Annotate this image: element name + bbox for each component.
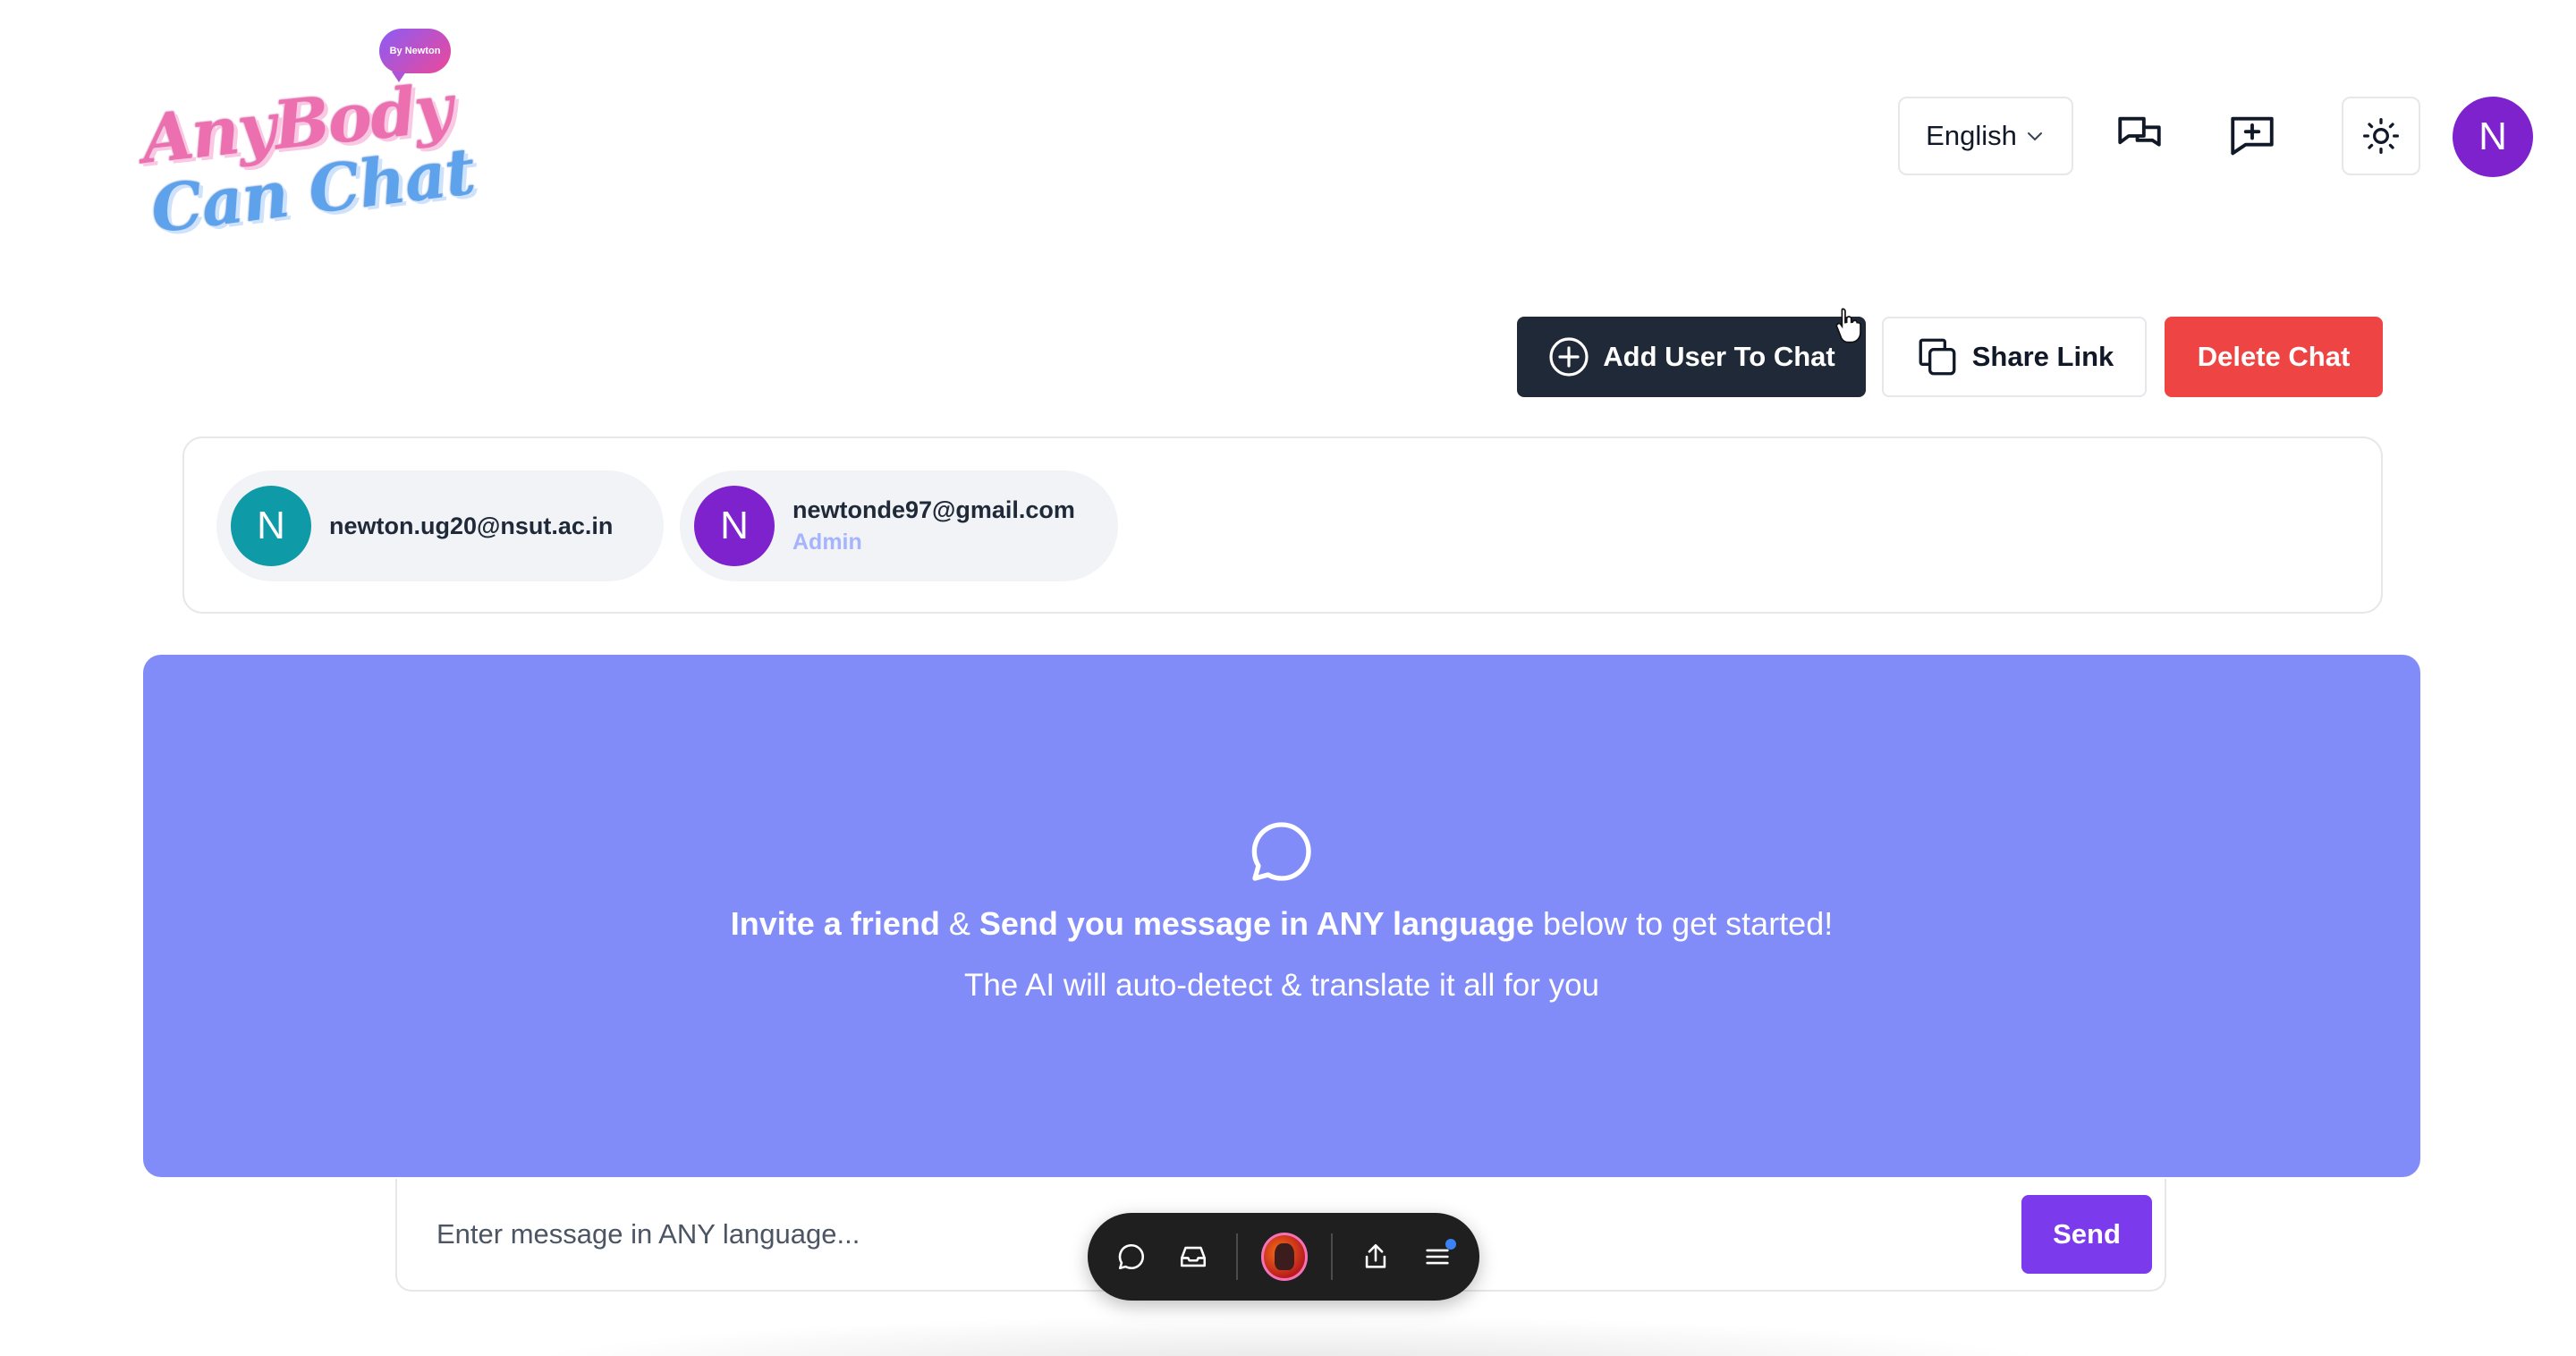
user-avatar[interactable]: N bbox=[2453, 97, 2533, 177]
send-button[interactable]: Send bbox=[2021, 1195, 2152, 1274]
plus-circle-icon bbox=[1549, 337, 1589, 377]
dock-chat-icon[interactable] bbox=[1113, 1237, 1151, 1276]
member-email: newtonde97@gmail.com bbox=[792, 496, 1075, 523]
member-role-badge: Admin bbox=[792, 530, 862, 555]
floating-dock bbox=[1088, 1213, 1479, 1301]
new-chat-icon[interactable] bbox=[2216, 100, 2288, 172]
language-label: English bbox=[1926, 120, 2017, 151]
member-email: newton.ug20@nsut.ac.in bbox=[329, 512, 614, 539]
delete-chat-label: Delete Chat bbox=[2197, 341, 2351, 372]
sun-icon bbox=[2363, 118, 2399, 154]
add-user-to-chat-button[interactable]: Add User To Chat bbox=[1517, 317, 1866, 397]
share-link-label: Share Link bbox=[1971, 341, 2114, 372]
dock-profile-avatar[interactable] bbox=[1260, 1233, 1309, 1281]
share-link-button[interactable]: Share Link bbox=[1882, 317, 2147, 397]
member-avatar: N bbox=[231, 486, 311, 566]
chats-icon[interactable] bbox=[2104, 100, 2175, 172]
member-chip[interactable]: N newton.ug20@nsut.ac.in bbox=[216, 470, 664, 581]
get-started-text: below to get started! bbox=[1534, 905, 1834, 942]
member-avatar: N bbox=[694, 486, 775, 566]
app-logo[interactable]: By Newton AnyBody Can Chat bbox=[134, 27, 479, 248]
delete-chat-button[interactable]: Delete Chat bbox=[2165, 317, 2383, 397]
dock-menu-icon[interactable] bbox=[1418, 1237, 1457, 1276]
chat-empty-state: Invite a friend & Send you message in AN… bbox=[143, 655, 2420, 1177]
notification-dot bbox=[1445, 1239, 1457, 1250]
ampersand-text: & bbox=[939, 905, 979, 942]
chat-members-card: N newton.ug20@nsut.ac.in N newtonde97@gm… bbox=[182, 436, 2383, 614]
send-message-text: Send you message in ANY language bbox=[979, 905, 1535, 942]
empty-state-subtitle: The AI will auto-detect & translate it a… bbox=[963, 968, 1600, 1003]
dock-share-icon[interactable] bbox=[1356, 1237, 1394, 1276]
copy-icon bbox=[1919, 338, 1956, 376]
add-user-label: Add User To Chat bbox=[1603, 341, 1835, 372]
theme-toggle-button[interactable] bbox=[2342, 97, 2420, 175]
message-bubble-icon bbox=[1251, 822, 1311, 881]
dock-divider bbox=[1331, 1233, 1334, 1280]
member-chip[interactable]: N newtonde97@gmail.com Admin bbox=[680, 470, 1118, 581]
hand-cursor-icon bbox=[1835, 308, 1861, 343]
chevron-down-icon bbox=[2027, 132, 2042, 141]
logo-badge: By Newton bbox=[379, 29, 451, 82]
invite-text: Invite a friend bbox=[730, 905, 940, 942]
dock-inbox-icon[interactable] bbox=[1174, 1237, 1213, 1276]
bottom-shadow bbox=[501, 1315, 2075, 1356]
language-select[interactable]: English bbox=[1898, 97, 2073, 175]
empty-state-headline: Invite a friend & Send you message in AN… bbox=[731, 905, 1833, 943]
dock-divider bbox=[1235, 1233, 1238, 1280]
